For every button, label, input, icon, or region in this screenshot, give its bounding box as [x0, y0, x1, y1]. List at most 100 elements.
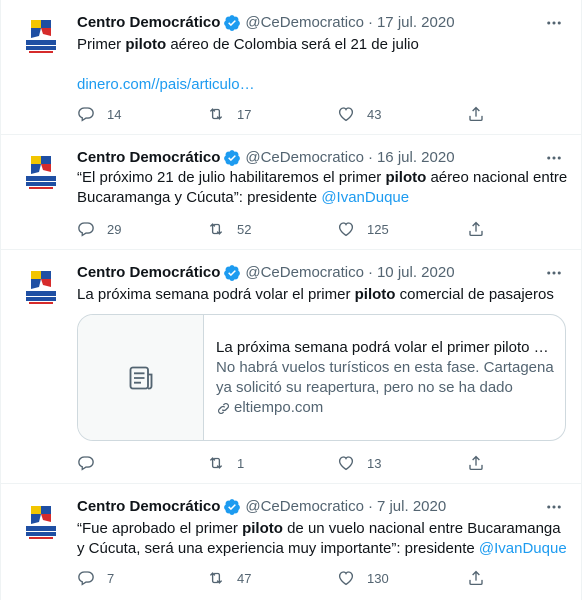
heart-icon [338, 107, 354, 122]
tweet-link[interactable]: dinero.com//pais/articulo… [77, 76, 255, 93]
reply-button[interactable]: 7 [77, 568, 114, 588]
text-segment: “Fue aprobado el primer [77, 520, 243, 537]
retweet-icon [209, 108, 223, 120]
tweet-date[interactable]: 17 jul. 2020 [377, 13, 455, 33]
share-button[interactable] [467, 453, 497, 473]
tweet-header: Centro Democrático @CeDemocratico · 7 ju… [77, 497, 446, 517]
card-description: No habrá vuelos turísticos en esta fase.… [216, 359, 554, 396]
avatar[interactable] [17, 12, 65, 60]
like-button[interactable]: 125 [337, 219, 389, 239]
search-highlight: piloto [125, 36, 167, 53]
verified-badge-icon [224, 15, 241, 31]
retweet-icon [209, 572, 223, 584]
reply-count: 29 [107, 221, 122, 237]
tweet-actions: 29 52 125 [77, 219, 497, 239]
author-handle[interactable]: @CeDemocratico [245, 497, 364, 517]
author-handle[interactable]: @CeDemocratico [245, 148, 364, 168]
retweet-count: 52 [237, 221, 252, 237]
verified-badge-icon [224, 265, 241, 281]
tweet-feed: Centro Democrático @CeDemocratico · 17 j… [0, 0, 582, 600]
author-name[interactable]: Centro Democrático [77, 263, 220, 283]
avatar[interactable] [17, 263, 65, 311]
heart-icon [338, 222, 354, 237]
card-thumbnail [78, 315, 204, 440]
avatar[interactable] [17, 498, 65, 546]
tweet-text: Primer piloto aéreo de Colombia será el … [77, 35, 569, 55]
card-domain-row: eltiempo.com [216, 398, 556, 418]
reply-button[interactable]: 14 [77, 104, 121, 124]
share-button[interactable] [467, 568, 497, 588]
retweet-count: 47 [237, 570, 252, 586]
text-segment: comercial de pasajeros [395, 286, 554, 303]
retweet-count: 17 [237, 106, 252, 122]
like-count: 130 [367, 570, 389, 586]
tweet-text: “Fue aprobado el primer piloto de un vue… [77, 519, 569, 559]
tweet[interactable]: Centro Democrático @CeDemocratico · 10 j… [1, 250, 581, 484]
retweet-button[interactable]: 17 [207, 104, 251, 124]
more-options-icon[interactable] [543, 148, 565, 168]
reply-icon [78, 456, 94, 471]
reply-icon [78, 571, 94, 586]
share-icon [469, 221, 483, 237]
more-options-icon[interactable] [543, 497, 565, 517]
retweet-button[interactable]: 52 [207, 219, 251, 239]
share-icon [469, 570, 483, 586]
text-segment: La próxima semana podrá volar el primer [77, 286, 355, 303]
tweet[interactable]: Centro Democrático @CeDemocratico · 7 ju… [1, 484, 581, 600]
like-button[interactable]: 43 [337, 104, 381, 124]
tweet[interactable]: Centro Democrático @CeDemocratico · 16 j… [1, 135, 581, 250]
text-segment: Primer [77, 36, 126, 53]
avatar[interactable] [17, 148, 65, 196]
like-button[interactable]: 130 [337, 568, 389, 588]
tweet-header: Centro Democrático @CeDemocratico · 17 j… [77, 13, 455, 33]
share-icon [469, 455, 483, 471]
reply-icon [78, 107, 94, 122]
separator-dot: · [367, 149, 373, 166]
retweet-count: 1 [237, 455, 245, 471]
like-button[interactable]: 13 [337, 453, 381, 473]
article-icon [129, 366, 152, 389]
verified-badge-icon [224, 499, 241, 515]
more-options-icon[interactable] [543, 263, 565, 283]
text-segment: “El próximo 21 de julio habilitaremos el… [77, 169, 386, 186]
share-button[interactable] [467, 219, 497, 239]
author-name[interactable]: Centro Democrático [77, 148, 220, 168]
reply-count: 7 [107, 570, 115, 586]
tweet-date[interactable]: 10 jul. 2020 [377, 263, 455, 283]
reply-count: 14 [107, 106, 122, 122]
retweet-icon [209, 457, 223, 469]
search-highlight: piloto [242, 520, 283, 537]
tweet-header: Centro Democrático @CeDemocratico · 10 j… [77, 263, 455, 283]
card-title: La próxima semana podrá volar el primer … [216, 339, 556, 356]
heart-icon [338, 456, 354, 471]
separator-dot: · [367, 264, 373, 281]
author-handle[interactable]: @CeDemocratico [245, 263, 364, 283]
author-name[interactable]: Centro Democrático [77, 13, 220, 33]
search-highlight: piloto [385, 169, 427, 186]
tweet[interactable]: Centro Democrático @CeDemocratico · 17 j… [1, 0, 581, 135]
retweet-button[interactable]: 1 [207, 453, 244, 473]
author-handle[interactable]: @CeDemocratico [245, 13, 364, 33]
tweet-header: Centro Democrático @CeDemocratico · 16 j… [77, 148, 455, 168]
retweet-button[interactable]: 47 [207, 568, 251, 588]
retweet-icon [209, 223, 223, 235]
mention-link[interactable]: @IvanDuque [321, 189, 409, 206]
mention-link[interactable]: @IvanDuque [479, 540, 567, 557]
text-segment: aéreo de Colombia será el 21 de julio [166, 36, 419, 53]
reply-button[interactable]: 29 [77, 219, 121, 239]
share-icon [469, 106, 483, 122]
link-preview-card[interactable]: La próxima semana podrá volar el primer … [77, 314, 566, 441]
author-name[interactable]: Centro Democrático [77, 497, 220, 517]
reply-icon [78, 222, 94, 237]
share-button[interactable] [467, 104, 497, 124]
search-highlight: piloto [354, 286, 396, 303]
card-domain: eltiempo.com [234, 399, 324, 416]
reply-button[interactable] [77, 453, 107, 473]
tweet-text: La próxima semana podrá volar el primer … [77, 285, 569, 305]
like-count: 13 [367, 455, 382, 471]
tweet-date[interactable]: 7 jul. 2020 [377, 497, 446, 517]
tweet-actions: 14 17 43 [77, 104, 497, 124]
more-options-icon[interactable] [543, 13, 565, 33]
tweet-date[interactable]: 16 jul. 2020 [377, 148, 455, 168]
heart-icon [338, 571, 354, 586]
